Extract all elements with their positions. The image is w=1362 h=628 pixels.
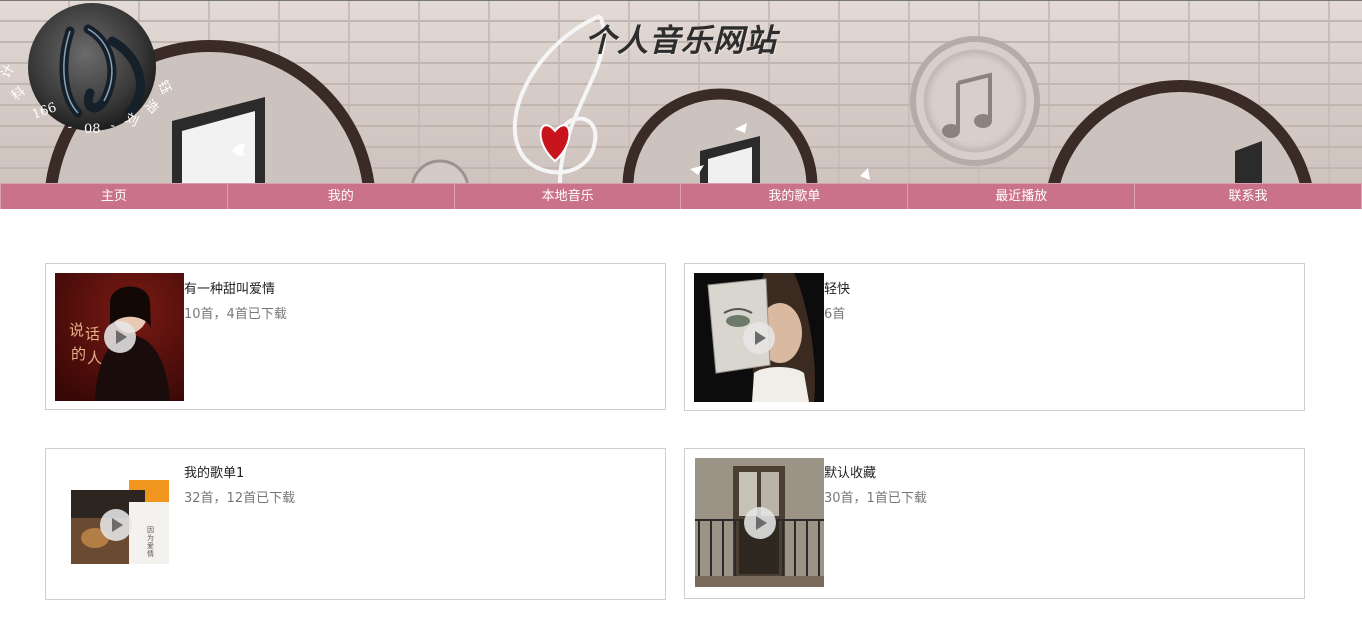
svg-text:因: 因	[147, 526, 154, 534]
play-icon[interactable]	[743, 321, 775, 354]
nav-item-my-playlists[interactable]: 我的歌单	[681, 183, 909, 209]
nav-item-recent-play[interactable]: 最近播放	[908, 183, 1136, 209]
playlist-cover[interactable]	[695, 458, 824, 587]
svg-text:话: 话	[85, 325, 100, 343]
nav-item-local-music[interactable]: 本地音乐	[454, 183, 682, 209]
header-banner: 个人音乐网站 计 科 166 - 08 - 刘 浩 钰	[0, 0, 1362, 184]
nav-item-home[interactable]: 主页	[0, 183, 228, 209]
nav-item-contact[interactable]: 联系我	[1135, 183, 1362, 209]
main-nav: 主页 我的 本地音乐 我的歌单 最近播放 联系我	[0, 183, 1362, 209]
playlist-cover[interactable]: 说话 的人	[55, 273, 184, 401]
playlist-card[interactable]: 默认收藏 30首，1首已下载	[684, 448, 1305, 599]
svg-text:166: 166	[30, 100, 58, 123]
svg-text:爱: 爱	[147, 542, 154, 550]
playlist-card[interactable]: 轻快 6首	[684, 263, 1305, 411]
playlist-meta: 32首，12首已下载	[184, 491, 296, 506]
playlist-name[interactable]: 轻快	[824, 278, 850, 297]
svg-text:08: 08	[84, 122, 101, 137]
svg-text:人: 人	[87, 349, 102, 367]
playlist-name[interactable]: 我的歌单1	[184, 462, 244, 481]
play-icon[interactable]	[743, 506, 776, 539]
avatar-logo[interactable]: 计 科 166 - 08 - 刘 浩 钰	[0, 1, 180, 151]
playlist-meta: 30首，1首已下载	[824, 491, 927, 506]
play-icon[interactable]	[100, 509, 132, 541]
playlist-card[interactable]: 说话 的人 有一种甜叫爱情 10首，4首已下载	[45, 263, 666, 410]
svg-text:钰: 钰	[154, 78, 173, 96]
nav-item-mine[interactable]: 我的	[227, 183, 455, 209]
playlist-meta: 10首，4首已下载	[184, 307, 287, 322]
site-title: 个人音乐网站	[585, 23, 777, 59]
svg-text:的: 的	[71, 345, 86, 363]
play-icon[interactable]	[103, 321, 136, 353]
svg-text:计: 计	[0, 62, 18, 81]
svg-text:情: 情	[147, 549, 154, 558]
svg-text:科: 科	[9, 84, 29, 104]
playlist-cover[interactable]: 因为爱情	[55, 458, 185, 592]
playlist-name[interactable]: 默认收藏	[824, 462, 876, 481]
playlist-meta: 6首	[824, 307, 846, 322]
playlist-card[interactable]: 因为爱情 我的歌单1 32首，12首已下载	[45, 448, 666, 600]
playlist-name[interactable]: 有一种甜叫爱情	[184, 278, 275, 297]
svg-text:为: 为	[147, 533, 154, 542]
playlist-cover[interactable]	[694, 273, 824, 402]
svg-text:说: 说	[69, 321, 84, 339]
